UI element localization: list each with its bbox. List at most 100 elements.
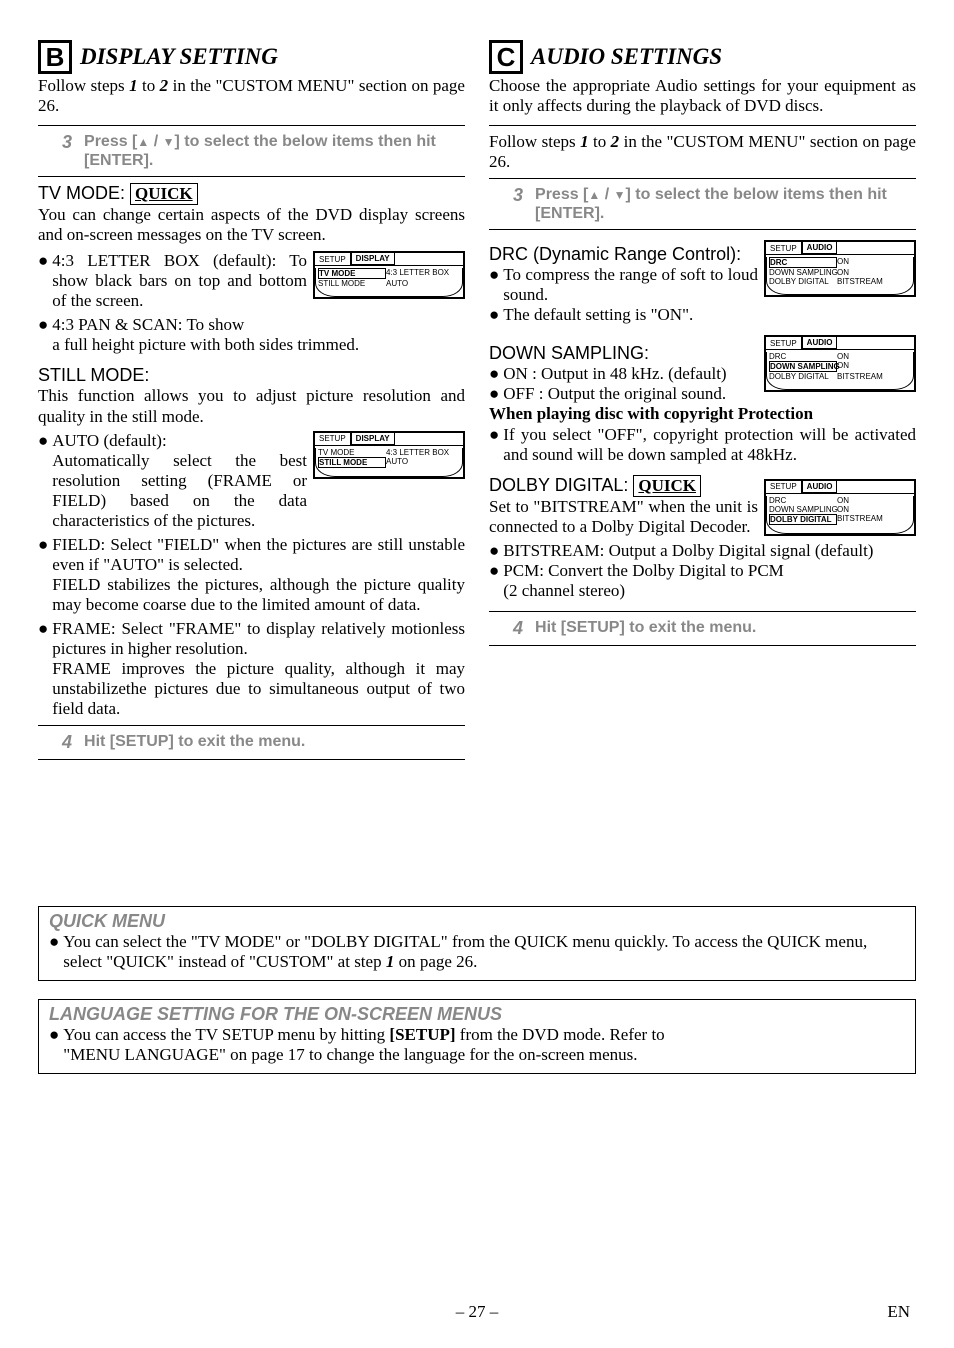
divider [38,759,465,760]
t: FRAME improves the picture quality, alth… [52,659,465,718]
osd-cell: ON [837,257,849,268]
step-text: Press [ / ] to select the below items th… [535,185,916,223]
bullet-icon: ● [38,535,52,615]
divider [489,125,916,126]
page-number: – 27 – [0,1302,954,1322]
step-text: Press [ / ] to select the below items th… [84,132,465,170]
bullet-icon: ● [49,1025,63,1065]
bullet-icon: ● [489,265,503,305]
t: FRAME: Select "FRAME" to display relativ… [52,619,465,658]
step-num: 3 [62,132,72,170]
osd-cell: ON [837,268,849,277]
t: To compress the range of soft to loud so… [503,265,758,305]
osd-cell: DRC [769,257,837,268]
osd-cell: AUTO [386,279,408,288]
t: You can access the TV SETUP menu by hitt… [63,1025,905,1065]
bullet-icon: ● [49,932,63,972]
step-4-right: 4 Hit [SETUP] to exit the menu. [489,618,916,639]
osd-tab-selected: AUDIO [802,481,838,493]
osd-cell: DOWN SAMPLING [769,268,837,277]
section-title-audio: AUDIO SETTINGS [531,44,722,70]
osd-tab: SETUP [315,253,351,265]
osd-cell: TV MODE [318,268,386,279]
still-bullet-1: ● AUTO (default): Automatically select t… [38,431,307,531]
dolby-bullet-1: ●BITSTREAM: Output a Dolby Digital signa… [489,541,916,561]
osd-cell: BITSTREAM [837,514,883,525]
step-3: 3 Press [ / ] to select the below items … [38,132,465,170]
t: to [589,132,611,151]
t: You can access the TV SETUP menu by hitt… [63,1025,389,1044]
t: FIELD: Select "FIELD" when the pictures … [52,535,465,615]
down-text: DOWN SAMPLING: ●ON : Output in 48 kHz. (… [489,335,758,404]
step-3-right: 3 Press [ / ] to select the below items … [489,185,916,223]
bullet-icon: ● [489,541,503,561]
dolby-body: Set to "BITSTREAM" when the unit is conn… [489,497,758,537]
down-icon [614,186,626,203]
up-icon [137,133,149,150]
tv-bullet-1: ●4:3 LETTER BOX (default): To show black… [38,251,307,311]
t: FRAME: Select "FRAME" to display relativ… [52,619,465,719]
left-intro: Follow steps 1 to 2 in the "CUSTOM MENU"… [38,76,465,117]
drc-text: DRC (Dynamic Range Control): ●To compres… [489,236,758,305]
t: / [149,133,162,150]
quick-badge: QUICK [130,183,198,205]
osd-cell: DOWN SAMPLING [769,361,837,372]
quick-badge: QUICK [633,475,701,497]
osd-cell: BITSTREAM [837,372,883,381]
tv-bullet-2: ● 4:3 PAN & SCAN: To show a full height … [38,315,465,355]
still-bullet-3: ● FRAME: Select "FRAME" to display relat… [38,619,465,719]
osd-cell: STILL MODE [318,457,386,468]
dolby-bullet-2: ●PCM: Convert the Dolby Digital to PCM(2… [489,561,916,601]
t: 4:3 PAN & SCAN: To show [52,315,244,334]
t: a full height picture with both sides tr… [52,335,359,354]
divider [489,178,916,179]
bullet-icon: ● [489,384,503,404]
quick-menu-title: QUICK MENU [49,911,905,932]
dolby-label: DOLBY DIGITAL: [489,475,633,495]
section-b-header: B DISPLAY SETTING [38,40,465,74]
t: If you select "OFF", copyright protectio… [503,425,916,465]
quick-menu-box: QUICK MENU ● You can select the "TV MODE… [38,906,916,981]
osd-audio-down: SETUP AUDIO DRCON DOWN SAMPLINGON DOLBY … [764,335,916,392]
t: / [600,186,613,203]
still-bullet-2: ● FIELD: Select "FIELD" when the picture… [38,535,465,615]
t: The default setting is "ON". [503,305,916,325]
dolby-text: DOLBY DIGITAL: QUICK Set to "BITSTREAM" … [489,475,758,537]
t: on page 26. [394,952,477,971]
t: You can select the "TV MODE" or "DOLBY D… [63,932,905,972]
bullet-icon: ● [38,431,52,531]
osd-display-tvmode: SETUP DISPLAY TV MODE4:3 LETTER BOX STIL… [313,251,465,299]
section-letter-c: C [489,40,523,74]
language-setting-title: LANGUAGE SETTING FOR THE ON-SCREEN MENUS [49,1004,905,1025]
still-mode-body: This function allows you to adjust pictu… [38,386,465,426]
step-4: 4 Hit [SETUP] to exit the menu. [38,732,465,753]
osd-cell: ON [837,496,849,505]
osd-tab-selected: DISPLAY [351,253,395,265]
osd-tab: SETUP [766,481,802,493]
osd-cell: DOLBY DIGITAL [769,514,837,525]
divider [38,176,465,177]
dolby-row: DOLBY DIGITAL: QUICK Set to "BITSTREAM" … [489,475,916,537]
tv-bullet-1-row: ●4:3 LETTER BOX (default): To show black… [38,251,465,311]
t: (2 channel stereo) [503,581,625,600]
t: OFF : Output the original sound. [503,384,758,404]
osd-cell: 4:3 LETTER BOX [386,448,449,457]
t: 4:3 PAN & SCAN: To show a full height pi… [52,315,465,355]
osd-cell: BITSTREAM [837,277,883,286]
osd-tab-selected: AUDIO [802,337,838,349]
osd-tab: SETUP [315,433,351,445]
osd-cell: ON [837,505,849,514]
section-title-display: DISPLAY SETTING [80,44,278,70]
divider [38,125,465,126]
down-row: DOWN SAMPLING: ●ON : Output in 48 kHz. (… [489,335,916,404]
right-column: C AUDIO SETTINGS Choose the appropriate … [489,40,916,766]
t: 4:3 LETTER BOX (default): To show black … [52,251,307,311]
language-setting-body: ● You can access the TV SETUP menu by hi… [49,1025,905,1065]
tv-mode-label: TV MODE: [38,183,130,203]
step-num: 4 [62,732,72,753]
right-intro: Choose the appropriate Audio settings fo… [489,76,916,117]
drc-label: DRC (Dynamic Range Control): [489,244,758,265]
down-label: DOWN SAMPLING: [489,343,758,364]
still-bullet-1-row: ● AUTO (default): Automatically select t… [38,431,465,531]
still-mode-label: STILL MODE: [38,365,465,386]
